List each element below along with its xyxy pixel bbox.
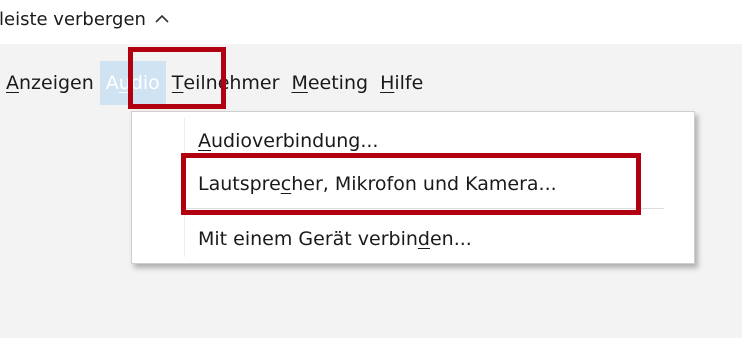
menu-teilnehmer[interactable]: Teilnehmer — [166, 61, 286, 105]
menu-icon-gutter — [184, 118, 185, 257]
menu-audio-accesskey: u — [118, 72, 131, 94]
menu-meeting-accesskey: M — [291, 72, 308, 94]
menu-hilfe[interactable]: Hilfe — [374, 61, 429, 105]
hide-toolbar-label: ileiste verbergen — [0, 8, 146, 30]
menu-item-connect-device[interactable]: Mit einem Gerät verbin d en... — [198, 224, 472, 254]
menu-meeting[interactable]: Meeting — [285, 61, 374, 105]
hide-toolbar-toggle[interactable]: ileiste verbergen — [0, 4, 170, 34]
menu-teilnehmer-accesskey: T — [171, 72, 184, 94]
menu-hilfe-accesskey: H — [380, 72, 395, 94]
audio-dropdown-menu: Audioverbindung... Lautspre c her, Mikrofo… — [131, 111, 695, 264]
menu-bar: Anzeigen Au dio Teilnehmer Meeting Hilfe — [0, 58, 429, 108]
menu-anzeigen-accesskey: A — [6, 72, 19, 94]
menu-separator — [185, 208, 664, 209]
menu-anzeigen[interactable]: Anzeigen — [0, 61, 100, 105]
chevron-up-icon — [155, 14, 169, 23]
menu-item-audio-connection[interactable]: Audioverbindung... — [198, 126, 378, 156]
menu-audio[interactable]: Au dio — [99, 61, 166, 105]
menu-item-speaker-mic-camera[interactable]: Lautspre c her, Mikrofon und Kamera... — [198, 169, 557, 199]
